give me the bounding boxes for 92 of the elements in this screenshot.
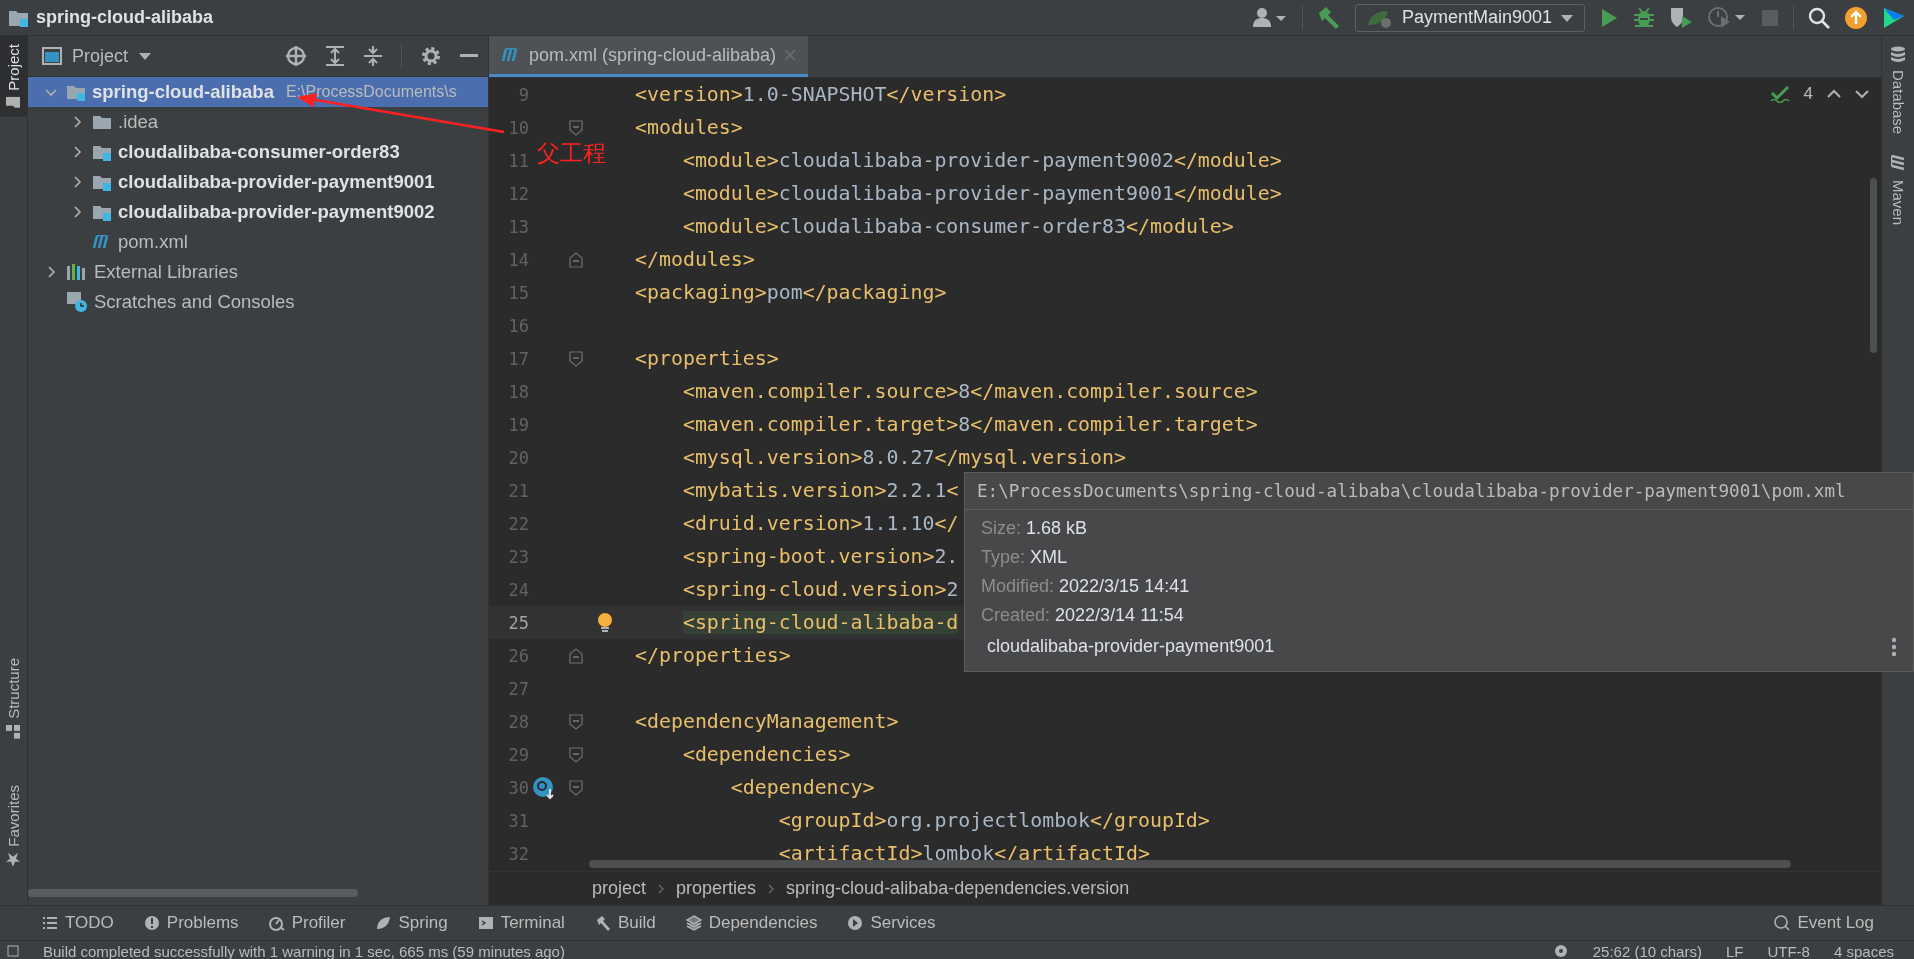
line-number: 25 (507, 612, 529, 633)
tool-window-button[interactable]: Spring (375, 913, 448, 933)
path-label: E:\ProcessDocuments\s (285, 83, 457, 101)
line-number: 13 (507, 216, 529, 237)
line-number: 17 (507, 348, 529, 369)
field-label: Created: (981, 605, 1051, 626)
tree-item[interactable]: cloudalibaba-provider-payment9001 (28, 167, 488, 197)
tree-item[interactable]: pom.xml (28, 227, 488, 257)
line-separator[interactable]: LF (1725, 942, 1744, 959)
line-number: 14 (507, 249, 529, 270)
line-number: 18 (507, 381, 529, 402)
tool-window-button[interactable]: Problems (143, 913, 239, 933)
field-value: 2022/3/15 14:41 (1059, 576, 1190, 597)
line-number: 30 (507, 777, 529, 798)
module-name: cloudalibaba-provider-payment9001 (987, 636, 1275, 657)
event-log-button[interactable]: Event Log (1774, 913, 1874, 933)
line-number: 11 (507, 150, 529, 171)
code-line: <module>cloudalibaba-provider-payment9001</module> (681, 182, 1282, 205)
window-title: spring-cloud-alibaba (36, 7, 213, 28)
tool-window-button[interactable]: TODO (42, 913, 114, 933)
tool-window-button[interactable]: Dependencies (685, 913, 818, 933)
tool-window-button[interactable]: Services (847, 913, 936, 933)
code-line: <druid.version>1.1.10</ (681, 512, 959, 535)
field-label: Size: (981, 518, 1022, 539)
run-configuration-dropdown[interactable]: PaymentMain9001 (1354, 3, 1585, 32)
code-line: <dependencies> (681, 743, 851, 766)
code-line: </properties> (635, 644, 791, 667)
tool-window-button[interactable]: Build (594, 913, 656, 933)
code-line: <packaging>pom</packaging> (635, 281, 947, 304)
field-label: Modified: (981, 576, 1055, 597)
code-line: <maven.compiler.source>8</maven.compiler.source> (681, 380, 1258, 403)
field-label: Type: (981, 547, 1026, 568)
file-path: E:\ProcessDocuments\spring-cloud-alibaba\cloudalibaba-provider-payment9001\pom.xml (965, 473, 1913, 510)
code-line: <mybatis.version>2.2.1< (681, 479, 959, 502)
line-number: 16 (507, 315, 529, 336)
code-line: <module>cloudalibaba-provider-payment9002</module> (681, 149, 1282, 172)
code-line: <maven.compiler.target>8</maven.compiler.target> (681, 413, 1258, 436)
code-line: <artifactId>lombok</artifactId> (777, 842, 1150, 865)
tree-item[interactable]: External Libraries (28, 257, 488, 287)
code-line: <dependency> (729, 776, 875, 799)
line-number: 31 (507, 810, 529, 831)
status-message: Build completed successfully with 1 warning in 1 sec, 665 ms (59 minutes ago) (43, 942, 565, 959)
field-value: 1.68 kB (1026, 518, 1088, 539)
line-number: 24 (507, 579, 529, 600)
line-number: 9 (517, 84, 529, 105)
tool-window-tab[interactable]: Maven (1889, 154, 1907, 226)
tool-window-tab[interactable]: Project (0, 36, 27, 117)
tool-window-tab[interactable]: Favorites (0, 777, 27, 875)
breadcrumb[interactable]: properties (676, 878, 757, 899)
editor-tab[interactable]: pom.xml (spring-cloud-alibaba) (489, 36, 809, 77)
line-number: 22 (507, 513, 529, 534)
indent-setting[interactable]: 4 spaces (1833, 942, 1894, 959)
breadcrumb[interactable]: project (592, 878, 647, 899)
line-number: 10 (507, 117, 529, 138)
code-line: <spring-boot.version>2. (681, 545, 959, 568)
tree-item[interactable]: .idea (28, 107, 488, 137)
tool-window-tab[interactable]: Database (1889, 46, 1907, 135)
tree-item[interactable]: spring-cloud-alibaba E:\ProcessDocuments\s (28, 77, 488, 107)
code-line: <properties> (635, 347, 779, 370)
line-number: 28 (507, 711, 529, 732)
annotation-label: 父工程 (537, 139, 606, 168)
line-number: 32 (507, 843, 529, 864)
code-line: <groupId>org.projectlombok</groupId> (777, 809, 1210, 832)
tree-item[interactable]: Scratches and Consoles (28, 287, 488, 317)
tool-window-tab[interactable]: Structure (0, 650, 27, 748)
line-number: 19 (507, 414, 529, 435)
field-value: XML (1030, 547, 1068, 568)
code-line: <modules> (635, 116, 743, 139)
tree-item[interactable]: cloudalibaba-provider-payment9002 (28, 197, 488, 227)
line-number: 23 (507, 546, 529, 567)
line-number: 27 (507, 678, 529, 699)
panel-title[interactable]: Project (72, 45, 129, 67)
tree-item[interactable]: cloudalibaba-consumer-order83 (28, 137, 488, 167)
code-line: <module>cloudalibaba-consumer-order83</module> (681, 215, 1234, 238)
line-number: 12 (507, 183, 529, 204)
inspection-count[interactable]: 4 (1803, 84, 1813, 104)
line-number: 20 (507, 447, 529, 468)
line-number: 15 (507, 282, 529, 303)
line-number: 29 (507, 744, 529, 765)
field-value: 2022/3/14 11:54 (1055, 605, 1184, 626)
code-line: <dependencyManagement> (635, 710, 899, 733)
tool-window-button[interactable]: Profiler (268, 913, 346, 933)
line-number: 21 (507, 480, 529, 501)
caret-position[interactable]: 25:62 (10 chars) (1592, 942, 1702, 959)
code-line: <mysql.version>8.0.27</mysql.version> (681, 446, 1126, 469)
file-encoding[interactable]: UTF-8 (1767, 942, 1810, 959)
code-line: <spring-cloud.version>2 (681, 578, 959, 601)
line-number: 26 (507, 645, 529, 666)
tool-window-button[interactable]: Terminal (477, 913, 565, 933)
breadcrumb[interactable]: spring-cloud-alibaba-dependencies.version (786, 878, 1130, 899)
code-line: </modules> (635, 248, 755, 271)
code-line: <version>1.0-SNAPSHOT</version> (635, 83, 1007, 106)
